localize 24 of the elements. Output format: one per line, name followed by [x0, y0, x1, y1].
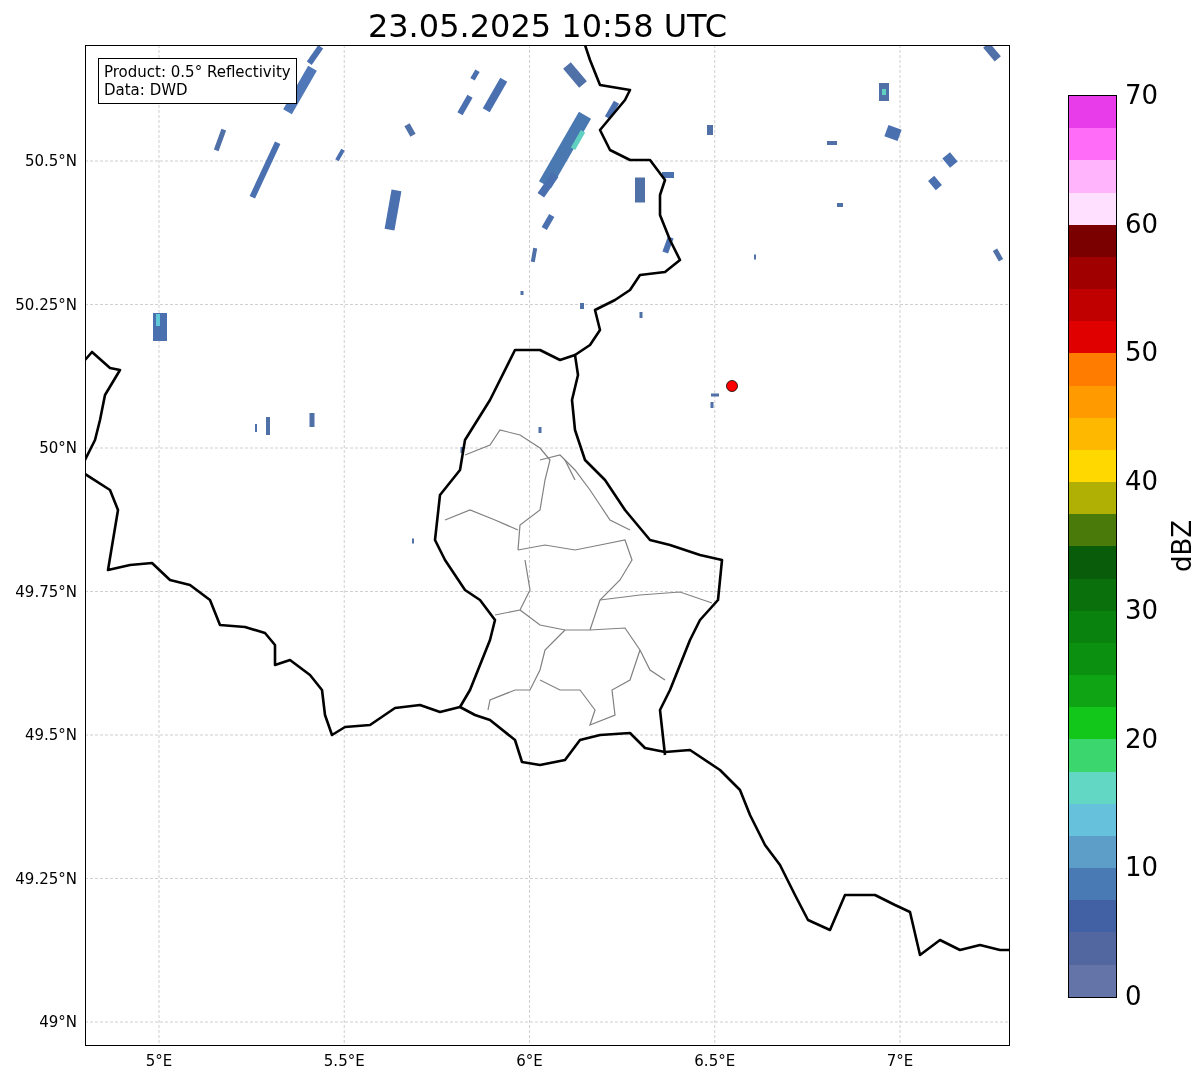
- colorbar-tick-label: 20: [1125, 723, 1159, 754]
- latitude-label: 49.75°N: [15, 581, 77, 602]
- colorbar-tick-label: 30: [1125, 594, 1159, 625]
- longitude-label: 6.5°E: [693, 1052, 737, 1070]
- latitude-label: 50.25°N: [15, 294, 77, 315]
- latitude-label: 49.25°N: [15, 868, 77, 889]
- colorbar-tick-label: 0: [1125, 981, 1142, 1011]
- colorbar-label: dBZ: [1167, 519, 1197, 572]
- longitude-label: 5°E: [144, 1052, 174, 1070]
- longitude-label: 7°E: [885, 1052, 915, 1070]
- latitude-label: 49°N: [39, 1012, 77, 1032]
- latitude-label: 50.5°N: [24, 151, 77, 171]
- longitude-label: 5.5°E: [322, 1052, 366, 1070]
- colorbar-tick-label: 10: [1125, 852, 1159, 883]
- latitude-label: 50°N: [39, 438, 77, 458]
- legend-text: Data: DWD: [104, 81, 189, 99]
- colorbar-tick-label: 50: [1125, 337, 1159, 368]
- latitude-label: 49.5°N: [24, 725, 77, 745]
- colorbar-tick-label: 70: [1125, 80, 1159, 110]
- chart-title: 23.05.2025 10:58 UTC: [366, 6, 729, 45]
- colorbar-tick-label: 60: [1125, 208, 1159, 239]
- colorbar-tick-label: 40: [1125, 466, 1159, 497]
- legend-text: Product: 0.5° Reflectivity: [104, 63, 291, 81]
- longitude-label: 6°E: [515, 1052, 544, 1070]
